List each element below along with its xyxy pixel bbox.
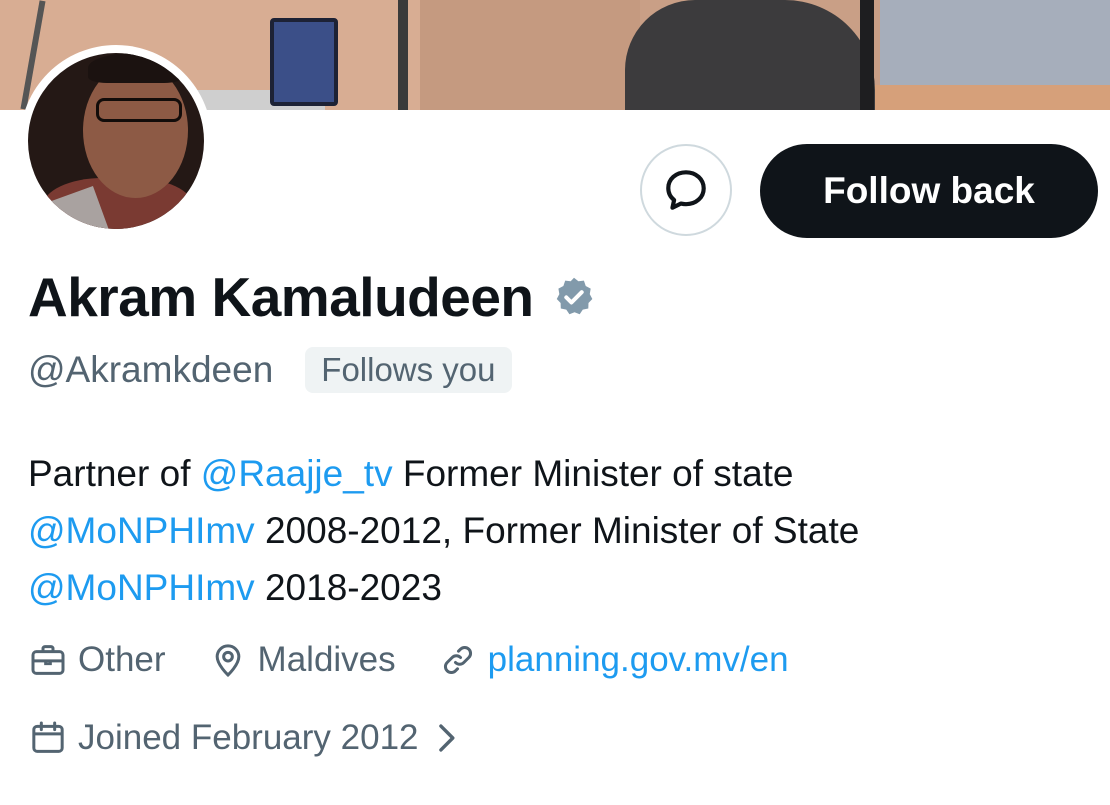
mention-link[interactable]: @Raajje_tv (201, 453, 393, 494)
bio: Partner of @Raajje_tv Former Minister of… (28, 445, 1088, 616)
profile-meta: Other Maldives planning.gov.mv/en (28, 640, 831, 680)
avatar[interactable] (28, 53, 204, 229)
username-handle: @Akramkdeen (28, 349, 274, 390)
joined-date: Joined February 2012 (78, 718, 419, 757)
follow-back-button[interactable]: Follow back (760, 144, 1098, 238)
joined-row[interactable]: Joined February 2012 (28, 718, 459, 758)
follows-you-badge: Follows you (305, 347, 512, 393)
category-label: Other (78, 640, 166, 679)
bio-line-2: @MoNPHImv 2008-2012, Former Minister of … (28, 502, 1088, 559)
bio-text: 2018-2023 (254, 567, 442, 608)
category-item: Other (28, 640, 166, 680)
verified-badge-icon[interactable] (552, 275, 596, 319)
location-item: Maldives (208, 640, 396, 680)
message-bubble-icon (666, 170, 706, 210)
message-button[interactable] (640, 144, 732, 236)
calendar-icon (32, 721, 64, 753)
website-link[interactable]: planning.gov.mv/en (488, 640, 789, 680)
mention-link[interactable]: @MoNPHImv (28, 567, 255, 608)
chevron-right-icon[interactable] (433, 721, 459, 755)
location-label: Maldives (257, 640, 396, 679)
location-pin-icon (215, 644, 240, 678)
display-name: Akram Kamaludeen (28, 266, 534, 328)
name-row: Akram Kamaludeen (28, 262, 596, 332)
bio-text: Former Minister of state (392, 453, 794, 494)
website-item[interactable]: planning.gov.mv/en (438, 640, 789, 680)
link-icon (443, 646, 472, 674)
handle-row: @Akramkdeen Follows you (28, 345, 512, 395)
bio-line-1: Partner of @Raajje_tv Former Minister of… (28, 445, 1088, 502)
bio-text: 2008-2012, Former Minister of State (254, 510, 860, 551)
bio-line-3: @MoNPHImv 2018-2023 (28, 559, 1088, 616)
briefcase-icon (31, 645, 65, 675)
mention-link[interactable]: @MoNPHImv (28, 510, 255, 551)
bio-text: Partner of (28, 453, 201, 494)
